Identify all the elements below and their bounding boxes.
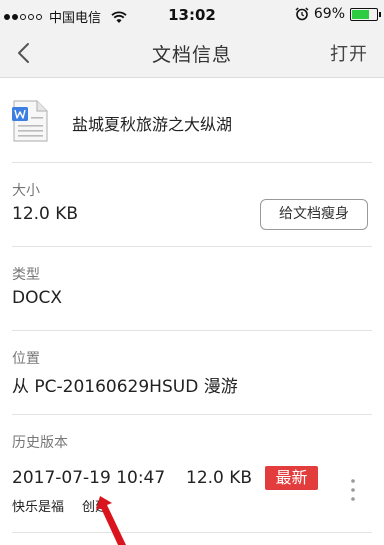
- battery-icon: [350, 7, 381, 21]
- file-header: 盐城夏秋旅游之大纵湖: [0, 78, 384, 162]
- version-author: 快乐是福: [12, 500, 65, 515]
- type-value: DOCX: [12, 288, 62, 308]
- file-name: 盐城夏秋旅游之大纵湖: [72, 115, 233, 134]
- latest-badge: 最新: [265, 466, 318, 490]
- divider: [12, 532, 372, 533]
- divider: [12, 414, 372, 415]
- type-label: 类型: [12, 267, 40, 283]
- size-value: 12.0 KB: [12, 204, 79, 224]
- location-value: 从 PC-20160629HSUD 漫游: [12, 377, 238, 397]
- page-title: 文档信息: [151, 44, 232, 66]
- divider: [12, 162, 372, 163]
- version-row[interactable]: 2017-07-19 10:47 12.0 KB 最新 快乐是福 创建: [0, 458, 384, 528]
- version-size: 12.0 KB: [186, 468, 253, 488]
- status-bar: 中国电信 13:02 69%: [0, 0, 384, 30]
- nav-bar: 文档信息 打开: [0, 30, 384, 78]
- divider: [12, 246, 372, 247]
- red-arrow-annotation: [96, 496, 126, 545]
- divider: [12, 330, 372, 331]
- location-label: 位置: [12, 351, 40, 367]
- open-button[interactable]: 打开: [330, 40, 368, 66]
- size-label: 大小: [12, 183, 40, 199]
- word-document-icon: [12, 100, 48, 142]
- more-vertical-icon[interactable]: [344, 476, 362, 504]
- alarm-icon: [295, 7, 309, 21]
- battery-percent: 69%: [313, 6, 345, 22]
- version-datetime: 2017-07-19 10:47: [12, 468, 166, 488]
- history-label: 历史版本: [12, 435, 68, 451]
- battery-level-fill: [352, 9, 369, 19]
- status-right: 69%: [295, 6, 381, 22]
- slim-document-button[interactable]: 给文档瘦身: [260, 199, 368, 230]
